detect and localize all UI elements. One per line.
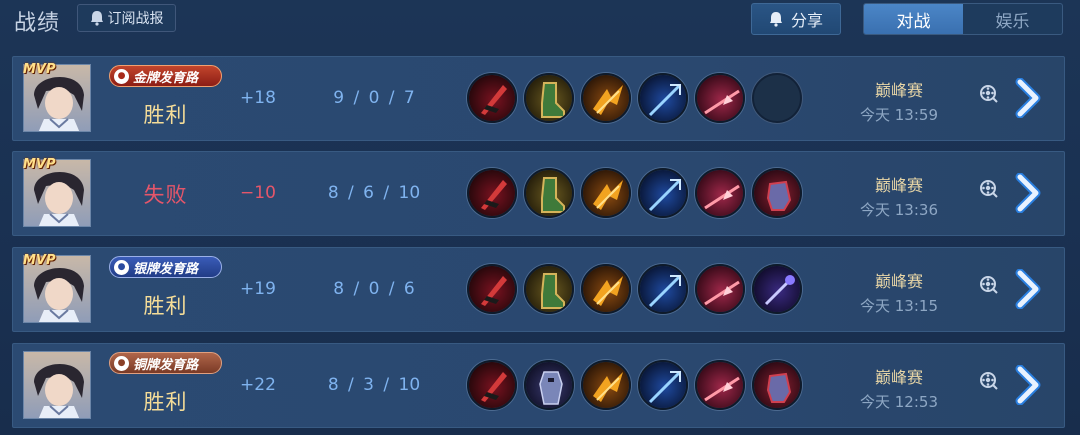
match-time: 今天 12:53 [860,393,938,411]
chevron-right-icon[interactable] [1014,78,1048,118]
mvp-badge: MVP [23,157,56,172]
rank-score-change: +19 [240,279,276,299]
red-spear-item-icon [695,264,745,314]
blue-trident-item-icon [638,168,688,218]
green-boots-item-icon [524,168,574,218]
badge-label: 铜牌发育路 [133,357,199,373]
tab-battle[interactable]: 对战 [864,4,963,34]
share-button[interactable]: 分享 [751,3,841,35]
red-blade-item-icon [467,168,517,218]
blue-trident-item-icon [638,73,688,123]
chevron-right-icon[interactable] [1014,269,1048,309]
mvp-badge: MVP [23,62,56,77]
hero-avatar [23,351,91,419]
mvp-badge: MVP [23,253,56,268]
lane-medal-badge: ● 银牌发育路 [109,256,222,278]
match-result: 失败 [143,183,188,207]
golden-wings-item-icon [581,264,631,314]
rank-score-change: −10 [240,183,276,203]
match-row[interactable]: MVP ● 银牌发育路 胜利 +19 8 / 0 / 6 巅峰赛 今天 13:1… [12,247,1065,332]
red-blade-item-icon [467,73,517,123]
subscribe-label: 订阅战报 [107,11,164,27]
game-mode: 巅峰赛 [874,368,923,387]
blue-trident-item-icon [638,264,688,314]
match-time: 今天 13:15 [860,297,938,315]
replay-icon[interactable] [979,84,999,104]
medal-icon: ● [114,259,129,275]
badge-label: 银牌发育路 [133,261,199,277]
item-build [467,360,802,410]
header: 战绩 订阅战报 分享 对战 娱乐 [0,0,1080,44]
crimson-gauntlet-item-icon [752,168,802,218]
chevron-right-icon[interactable] [1014,365,1048,405]
chevron-right-icon[interactable] [1014,173,1048,213]
purple-staff-item-icon [752,264,802,314]
lane-medal-badge: ● 铜牌发育路 [109,352,222,374]
item-build [467,73,802,123]
item-build [467,168,802,218]
match-result: 胜利 [143,103,188,127]
red-blade-item-icon [467,264,517,314]
item-build [467,264,802,314]
page-title: 战绩 [14,11,61,36]
tab-entertainment[interactable]: 娱乐 [963,4,1062,34]
replay-icon[interactable] [979,179,999,199]
golden-wings-item-icon [581,73,631,123]
crimson-gauntlet-item-icon [752,360,802,410]
empty-item-slot [752,73,802,123]
replay-icon[interactable] [979,371,999,391]
game-mode: 巅峰赛 [874,272,923,291]
share-label: 分享 [790,11,823,30]
bell-icon [769,12,782,27]
replay-icon[interactable] [979,275,999,295]
match-row[interactable]: ● 铜牌发育路 胜利 +22 8 / 3 / 10 巅峰赛 今天 12:53 [12,343,1065,428]
armored-knight-item-icon [524,360,574,410]
match-result: 胜利 [143,390,188,414]
game-mode: 巅峰赛 [874,81,923,100]
golden-wings-item-icon [581,168,631,218]
match-result: 胜利 [143,294,188,318]
kda-stats: 9 / 0 / 7 [333,88,415,108]
match-row[interactable]: MVP 失败 −10 8 / 6 / 10 巅峰赛 今天 13:36 [12,151,1065,236]
red-spear-item-icon [695,73,745,123]
kda-stats: 8 / 3 / 10 [327,375,421,395]
green-boots-item-icon [524,264,574,314]
match-row[interactable]: MVP ● 金牌发育路 胜利 +18 9 / 0 / 7 巅峰赛 今天 13:5… [12,56,1065,141]
match-time: 今天 13:36 [860,201,938,219]
red-blade-item-icon [467,360,517,410]
subscribe-icon [90,11,103,26]
green-boots-item-icon [524,73,574,123]
red-spear-item-icon [695,168,745,218]
medal-icon: ● [114,355,129,371]
red-spear-item-icon [695,360,745,410]
game-mode: 巅峰赛 [874,176,923,195]
golden-wings-item-icon [581,360,631,410]
blue-trident-item-icon [638,360,688,410]
kda-stats: 8 / 0 / 6 [333,279,415,299]
mode-tabs: 对战 娱乐 [863,3,1063,35]
medal-icon: ● [114,68,129,84]
match-time: 今天 13:59 [860,106,938,124]
kda-stats: 8 / 6 / 10 [327,183,421,203]
subscribe-report-button[interactable]: 订阅战报 [77,4,176,32]
rank-score-change: +18 [240,88,276,108]
lane-medal-badge: ● 金牌发育路 [109,65,222,87]
badge-label: 金牌发育路 [133,70,199,86]
rank-score-change: +22 [240,375,276,395]
